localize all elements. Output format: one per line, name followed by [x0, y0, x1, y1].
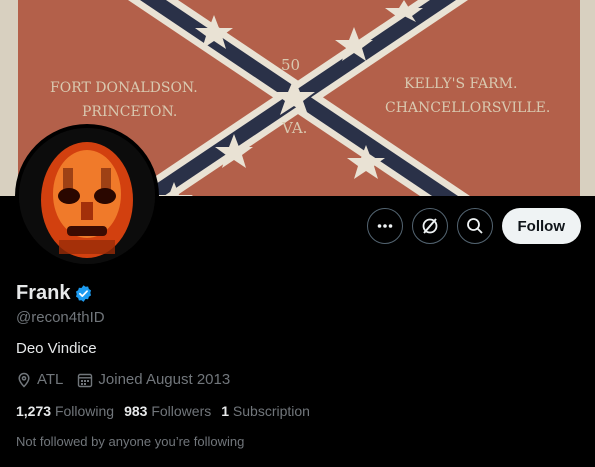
search-icon — [466, 218, 483, 234]
more-horizontal-icon — [377, 224, 392, 228]
grok-button[interactable] — [411, 208, 448, 244]
followers-label: Followers — [151, 403, 212, 419]
following-link[interactable]: 1,273 Following — [16, 403, 114, 419]
profile-stats: 1,273 Following 983 Followers 1 Subscrip… — [16, 403, 310, 419]
flag-text: KELLY'S FARM. — [404, 76, 517, 92]
profile-name-row: Frank — [16, 282, 93, 305]
subscription-label: Subscription — [232, 403, 310, 419]
followers-count: 983 — [124, 403, 148, 419]
flag-text: FORT DONALDSON. — [50, 80, 198, 96]
flag-text: PRINCETON. — [82, 104, 177, 120]
profile-name: Frank — [16, 282, 71, 304]
profile-handle: @recon4thID — [16, 309, 105, 326]
flag-text: VA. — [281, 119, 307, 137]
verified-badge-icon[interactable] — [74, 284, 93, 303]
joined-item: Joined August 2013 — [77, 371, 230, 388]
location-text: ATL — [37, 371, 64, 388]
avatar[interactable] — [15, 124, 159, 268]
subscriptions-link[interactable]: 1 Subscription — [221, 403, 310, 419]
followers-link[interactable]: 983 Followers — [124, 403, 211, 419]
following-count: 1,273 — [16, 403, 52, 419]
followed-by-note: Not followed by anyone you’re following — [16, 434, 245, 449]
joined-text: Joined August 2013 — [98, 371, 231, 388]
location-pin-icon — [18, 372, 30, 388]
flag-text: 50 — [281, 56, 300, 74]
calendar-icon — [78, 373, 93, 387]
search-button[interactable] — [456, 208, 493, 244]
follow-button[interactable]: Follow — [501, 208, 581, 244]
profile-actions: Follow — [366, 208, 581, 244]
location-item: ATL — [16, 371, 63, 388]
profile-meta: ATL Joined August 2013 — [16, 371, 230, 388]
profile-bio: Deo Vindice — [16, 340, 97, 357]
flag-text: CHANCELLORSVILLE. — [385, 100, 550, 116]
more-button[interactable] — [366, 208, 403, 244]
avatar-mask-image — [19, 128, 155, 264]
following-label: Following — [54, 403, 115, 419]
grok-icon — [422, 218, 437, 234]
subscription-count: 1 — [221, 403, 230, 419]
